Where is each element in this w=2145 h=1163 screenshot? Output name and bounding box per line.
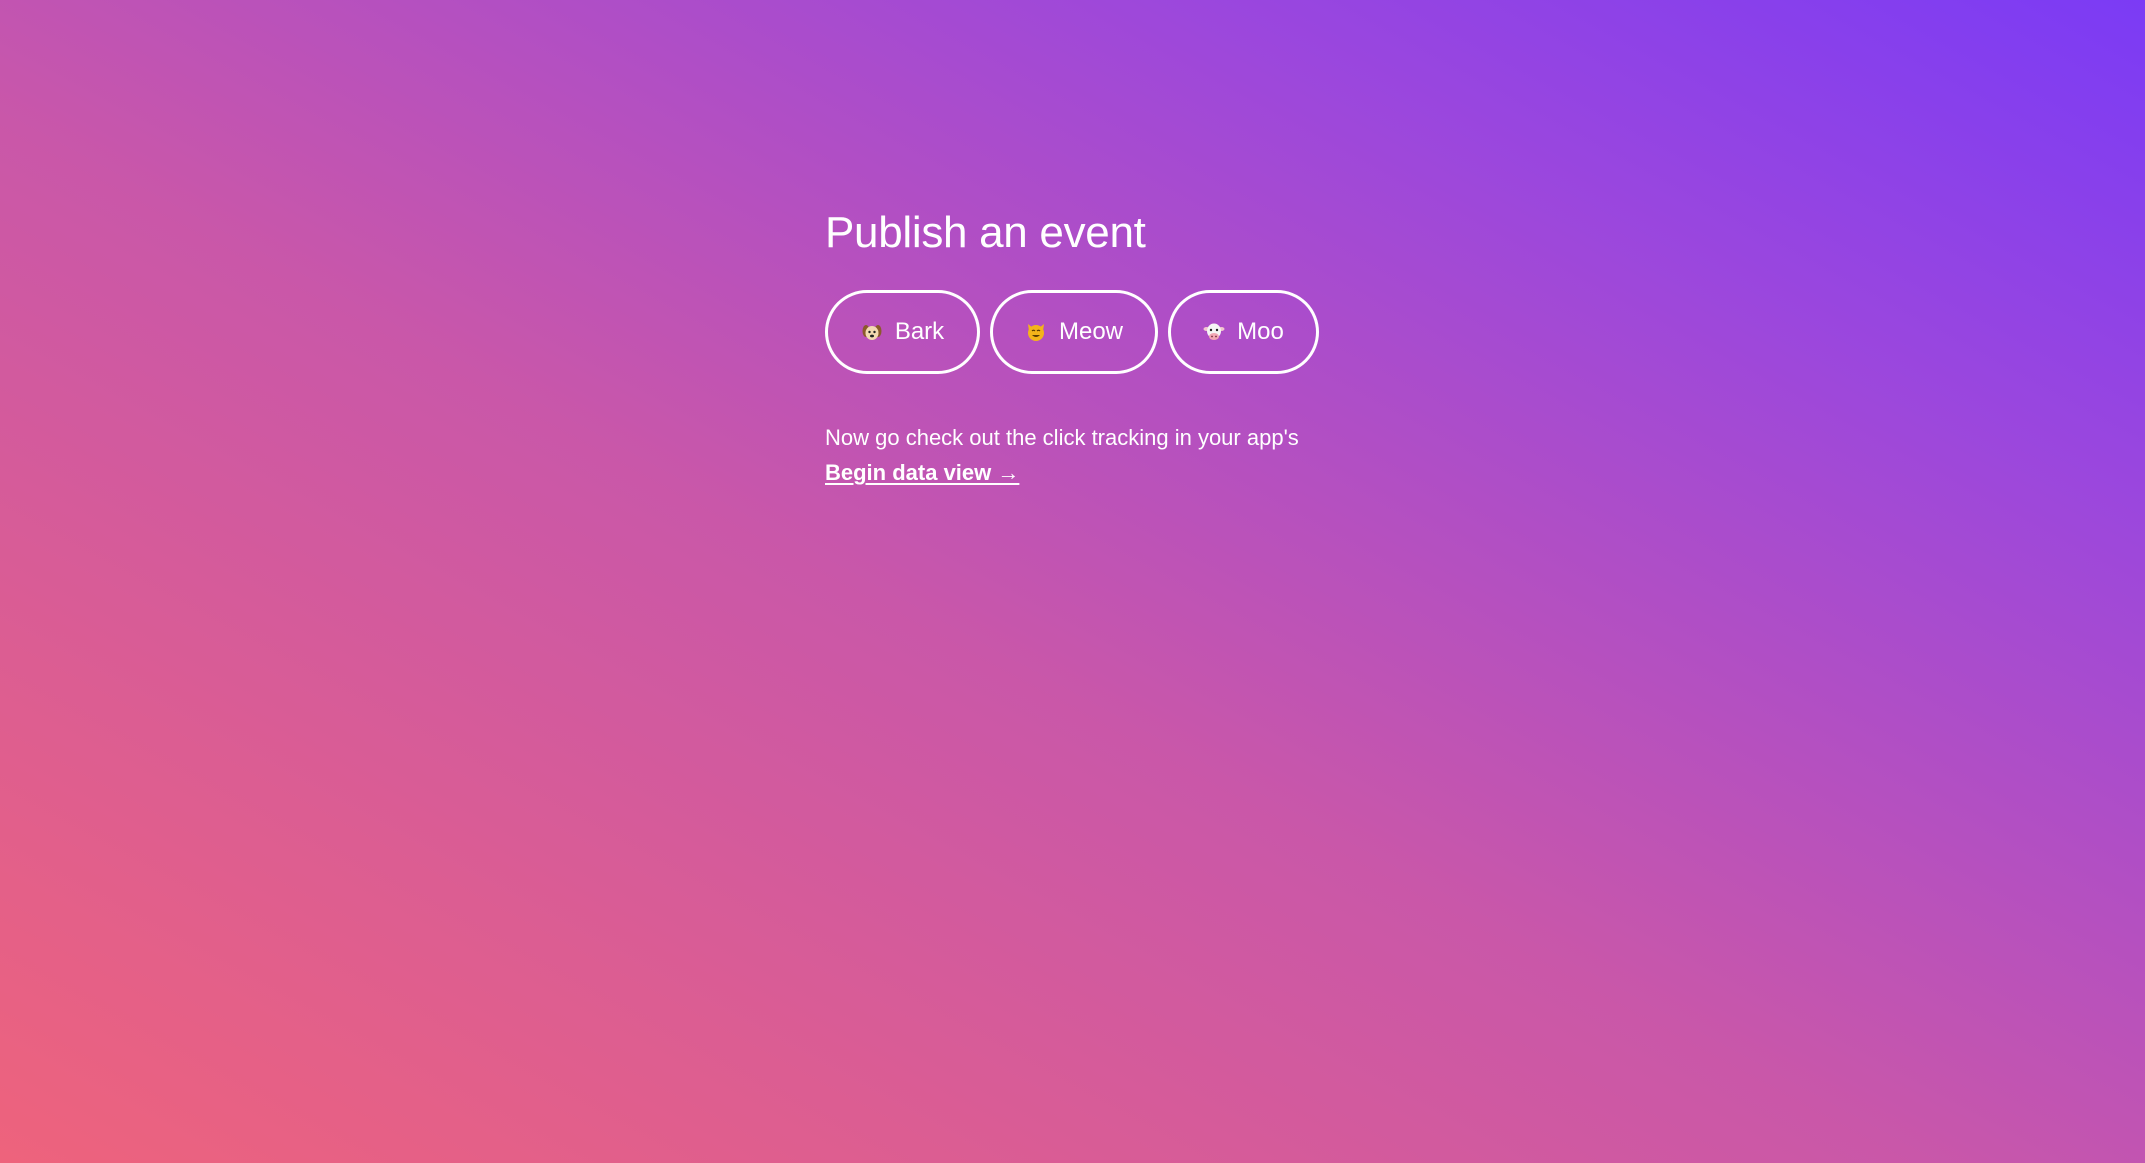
bark-button[interactable]: Bark (825, 290, 980, 374)
meow-button-label: Meow (1058, 318, 1124, 345)
moo-button-label: Moo (1237, 318, 1284, 345)
info-note-text: Now go check out the click tracking in y… (825, 425, 1299, 450)
cat-face-icon (1025, 321, 1047, 343)
cow-face-icon (1203, 321, 1225, 343)
main-content: Publish an event Bark Meow Moo Now go ch… (825, 200, 1525, 512)
moo-button[interactable]: Moo (1168, 290, 1319, 374)
event-buttons: Bark Meow Moo (825, 290, 1525, 374)
bark-button-label: Bark (894, 318, 945, 345)
begin-data-view-link[interactable]: Begin data view → (825, 460, 1019, 485)
page-title: Publish an event (825, 208, 1146, 257)
info-note: Now go check out the click tracking in y… (825, 420, 1305, 490)
meow-button[interactable]: Meow (990, 290, 1158, 374)
dog-face-icon (861, 321, 883, 343)
